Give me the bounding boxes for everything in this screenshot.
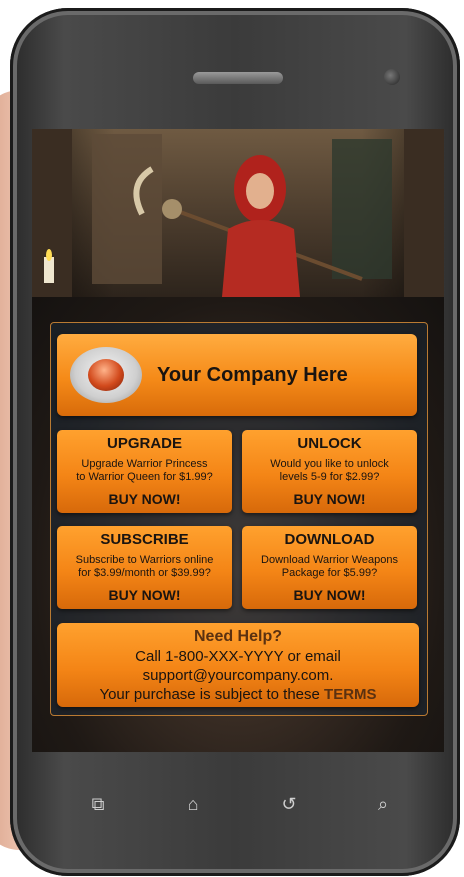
front-camera <box>384 69 400 85</box>
hero-banner-image <box>32 129 444 297</box>
tile-description: Download Warrior Weapons Package for $5.… <box>248 554 411 580</box>
tile-desc-line: Package for $5.99? <box>281 567 378 579</box>
tile-title: DOWNLOAD <box>284 531 375 548</box>
search-icon[interactable]: ⌕ <box>370 791 396 817</box>
recent-apps-icon[interactable]: ⧉ <box>85 791 111 817</box>
tile-desc-line: Subscribe to Warriors online <box>75 554 214 566</box>
home-icon[interactable]: ⌂ <box>180 791 206 817</box>
company-logo-icon <box>70 347 142 403</box>
tile-desc-line: to Warrior Queen for $1.99? <box>76 471 213 483</box>
company-name: Your Company Here <box>157 364 348 386</box>
tile-description: Upgrade Warrior Princess to Warrior Quee… <box>63 458 226 484</box>
unlock-tile[interactable]: UNLOCK Would you like to unlock levels 5… <box>242 430 417 513</box>
subscribe-tile[interactable]: SUBSCRIBE Subscribe to Warriors online f… <box>57 526 232 609</box>
buy-now-button[interactable]: BUY NOW! <box>242 587 417 603</box>
tile-title: UNLOCK <box>297 435 362 452</box>
terms-link[interactable]: TERMS <box>324 686 377 703</box>
tile-desc-line: Would you like to unlock <box>270 458 389 470</box>
help-title: Need Help? <box>193 628 282 645</box>
buy-now-button[interactable]: BUY NOW! <box>57 587 232 603</box>
help-email-line[interactable]: support@yourcompany.com. <box>57 667 419 684</box>
tile-description: Would you like to unlock levels 5-9 for … <box>248 458 411 484</box>
download-tile[interactable]: DOWNLOAD Download Warrior Weapons Packag… <box>242 526 417 609</box>
tile-desc-line: Download Warrior Weapons <box>261 554 398 566</box>
tile-desc-line: for $3.99/month or $39.99? <box>78 567 211 579</box>
tile-title: SUBSCRIBE <box>100 531 189 548</box>
terms-prefix: Your purchase is subject to these <box>99 686 325 703</box>
company-banner[interactable]: Your Company Here <box>57 334 417 416</box>
back-icon[interactable]: ↺ <box>276 791 302 817</box>
tile-desc-line: levels 5-9 for $2.99? <box>279 471 380 483</box>
tile-desc-line: Upgrade Warrior Princess <box>81 458 208 470</box>
tile-description: Subscribe to Warriors online for $3.99/m… <box>63 554 226 580</box>
speaker-grille <box>193 72 283 84</box>
help-phone-line: Call 1-800-XXX-YYYY or email <box>135 648 341 665</box>
tile-title: UPGRADE <box>106 435 182 452</box>
warrior-princess-image <box>32 129 444 297</box>
help-terms-line: Your purchase is subject to these TERMS <box>57 686 419 703</box>
buy-now-button[interactable]: BUY NOW! <box>242 491 417 507</box>
upgrade-tile[interactable]: UPGRADE Upgrade Warrior Princess to Warr… <box>57 430 232 513</box>
help-panel: Need Help? Call 1-800-XXX-YYYY or email … <box>57 623 419 707</box>
buy-now-button[interactable]: BUY NOW! <box>57 491 232 507</box>
